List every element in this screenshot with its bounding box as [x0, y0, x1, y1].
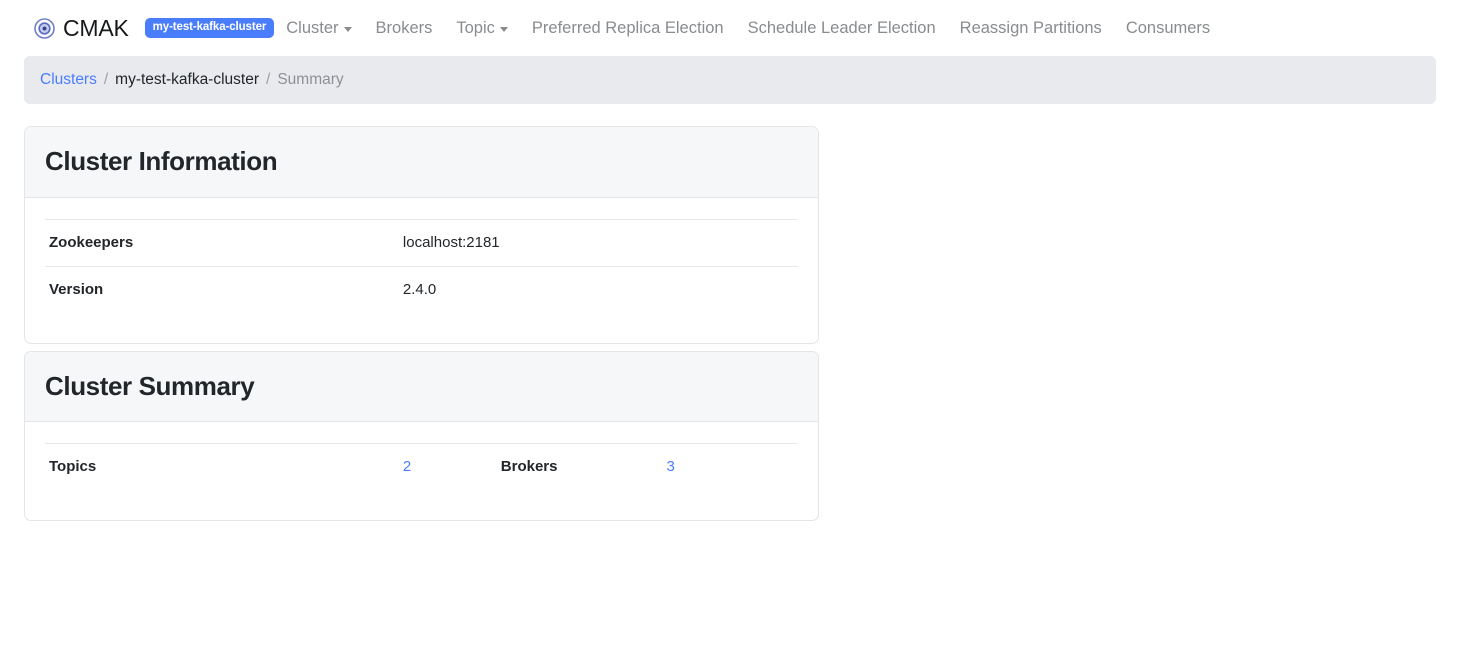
breadcrumb: Clusters / my-test-kafka-cluster / Summa…: [24, 56, 1436, 104]
breadcrumb-separator: /: [266, 71, 271, 88]
topics-count-link[interactable]: 2: [403, 458, 411, 475]
brand-home-link[interactable]: CMAK: [34, 14, 129, 41]
row-value-brokers: 3: [662, 444, 798, 491]
row-value: localhost:2181: [402, 233, 500, 251]
nav-item-label: Reassign Partitions: [959, 18, 1102, 37]
nav-item-label: Preferred Replica Election: [531, 18, 724, 37]
nav-item-label: Cluster: [286, 18, 339, 37]
brand-label: CMAK: [63, 14, 129, 41]
table-row: Zookeepers localhost:2181: [45, 219, 798, 266]
chevron-down-icon: [343, 26, 352, 32]
breadcrumb-item-summary: Summary: [277, 71, 344, 88]
nav-item-list: Cluster Brokers Topic Preferred Replica …: [286, 20, 1222, 37]
chevron-down-icon: [499, 26, 508, 32]
page-title: Cluster Information: [45, 146, 278, 176]
nav-item-brokers[interactable]: Brokers: [364, 20, 445, 37]
breadcrumb-item-clusters[interactable]: Clusters: [40, 71, 97, 89]
cluster-information-body: Zookeepers localhost:2181 Version 2.4.0: [25, 198, 818, 343]
main-content: Cluster Information Zookeepers localhost…: [0, 104, 1460, 522]
cluster-summary-body: Topics 2 Brokers 3: [25, 422, 818, 520]
row-key-brokers: Brokers: [500, 458, 558, 476]
nav-item-reassign-partitions[interactable]: Reassign Partitions: [948, 20, 1114, 37]
target-icon: [34, 17, 55, 39]
nav-item-cluster[interactable]: Cluster: [286, 20, 363, 37]
row-value-topics: 2: [399, 444, 497, 491]
breadcrumb-separator: /: [103, 71, 109, 88]
nav-item-consumers[interactable]: Consumers: [1114, 20, 1222, 37]
nav-item-preferred-replica-election[interactable]: Preferred Replica Election: [520, 20, 736, 37]
cluster-information-table: Zookeepers localhost:2181 Version 2.4.0: [45, 219, 798, 313]
cluster-summary-table: Topics 2 Brokers 3: [45, 443, 798, 490]
active-cluster-badge[interactable]: my-test-kafka-cluster: [144, 17, 275, 39]
breadcrumb-container: Clusters / my-test-kafka-cluster / Summa…: [0, 56, 1460, 104]
cluster-summary-header: Cluster Summary: [25, 351, 818, 423]
cluster-information-card: Cluster Information Zookeepers localhost…: [24, 126, 819, 344]
row-value: 2.4.0: [402, 280, 437, 298]
cluster-information-header: Cluster Information: [25, 127, 818, 198]
nav-item-label: Topic: [456, 18, 495, 37]
table-row: Topics 2 Brokers 3: [45, 443, 798, 491]
cluster-summary-card: Cluster Summary Topics 2 Brokers 3: [24, 350, 819, 522]
row-key: Zookeepers: [49, 233, 134, 251]
main-navbar: CMAK my-test-kafka-cluster Cluster Broke…: [0, 0, 1460, 56]
row-key: Version: [49, 280, 104, 298]
nav-item-label: Schedule Leader Election: [747, 18, 936, 37]
nav-item-label: Brokers: [375, 18, 433, 37]
row-key-topics: Topics: [49, 458, 97, 476]
brokers-count-link[interactable]: 3: [666, 458, 674, 475]
section-title: Cluster Summary: [45, 370, 255, 401]
nav-item-topic[interactable]: Topic: [444, 20, 520, 37]
table-row: Version 2.4.0: [45, 266, 798, 313]
nav-item-schedule-leader-election[interactable]: Schedule Leader Election: [736, 20, 948, 37]
nav-item-label: Consumers: [1125, 18, 1211, 37]
breadcrumb-item-cluster[interactable]: my-test-kafka-cluster: [115, 71, 259, 89]
